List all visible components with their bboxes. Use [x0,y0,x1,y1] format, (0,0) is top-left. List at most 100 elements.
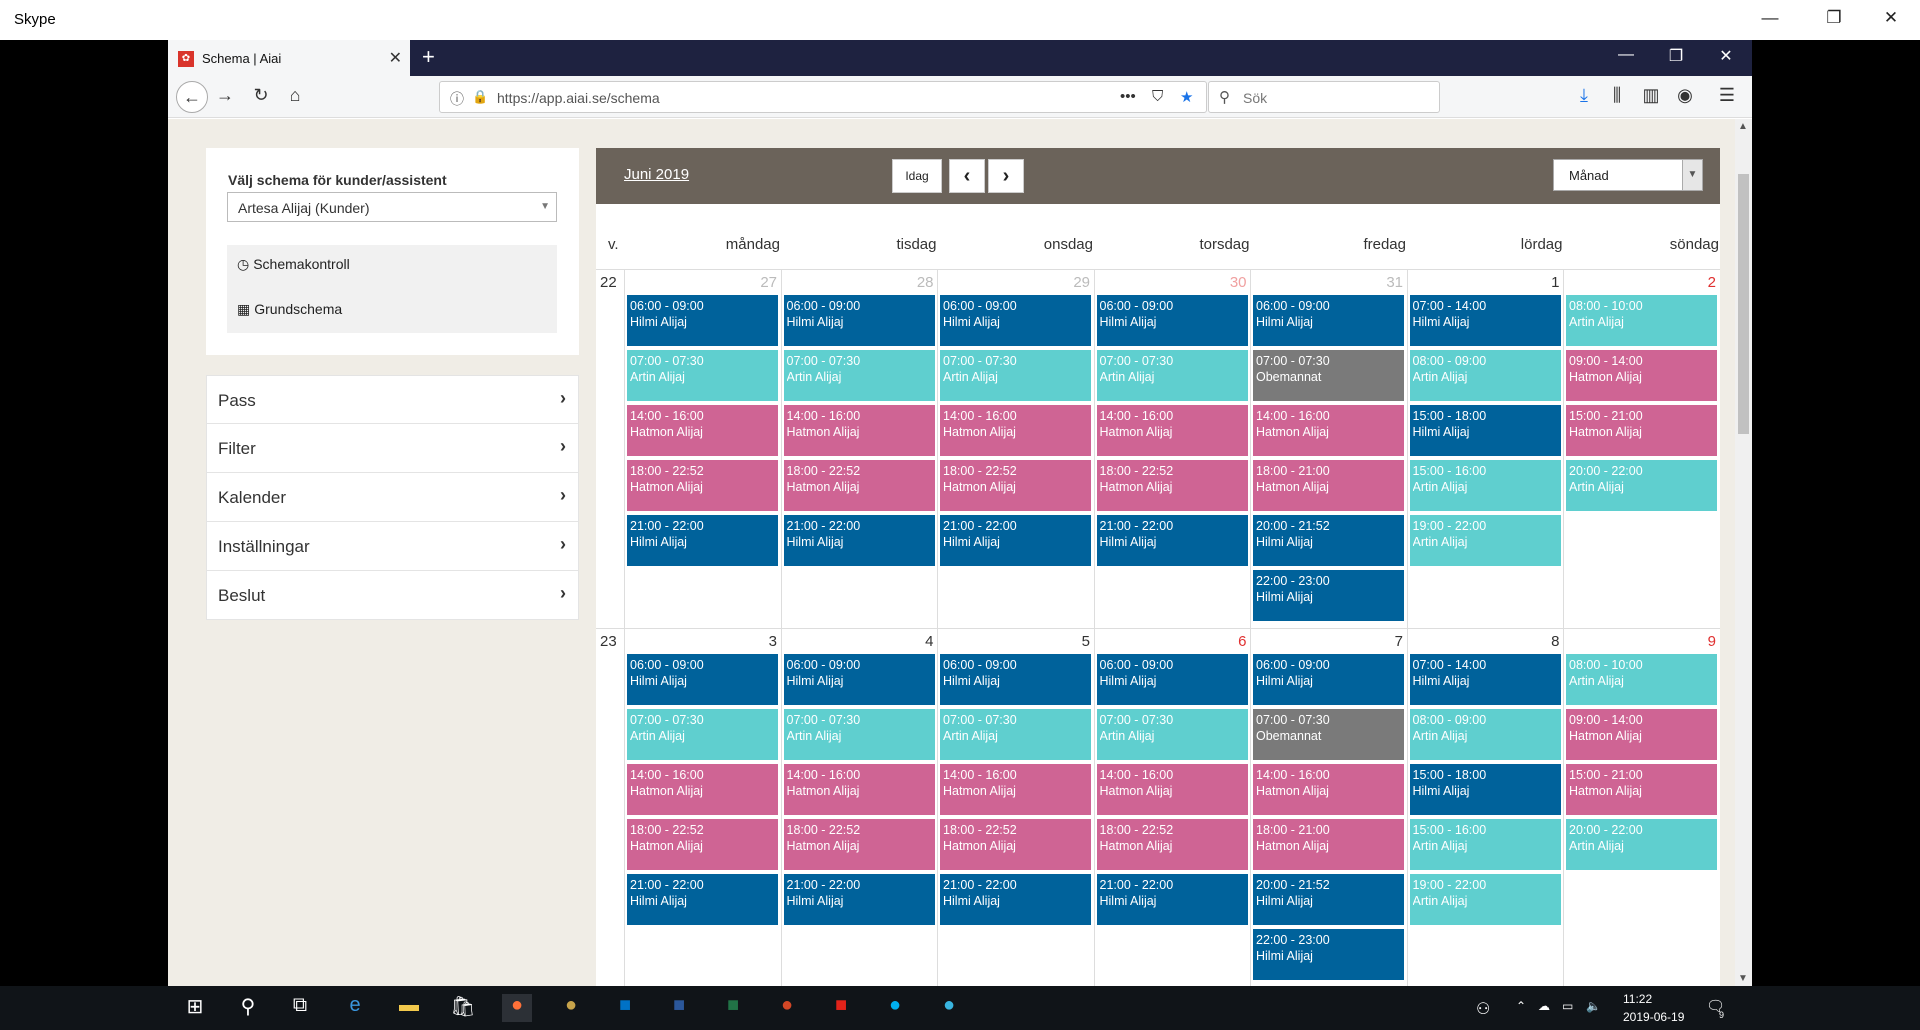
app-badge-icon[interactable]: ● [556,994,586,1022]
calendar-day-cell[interactable]: 1 07:00 - 14:00 Hilmi Alijaj 08:00 - 09:00 A… [1406,270,1563,629]
calendar-event[interactable]: 14:00 - 16:00 Hatmon Alijaj [627,405,778,458]
acrobat-icon[interactable]: ■ [826,994,856,1022]
calendar-event[interactable]: 18:00 - 22:52 Hatmon Alijaj [1096,460,1248,513]
calendar-event[interactable]: 06:00 - 09:00 Hilmi Alijaj [1096,295,1248,348]
accordion-filter[interactable]: Filter › [206,424,579,473]
calendar-event[interactable]: 15:00 - 16:00 Artin Alijaj [1409,819,1561,872]
calendar-event[interactable]: 14:00 - 16:00 Hatmon Alijaj [1253,405,1404,458]
calendar-event[interactable]: 07:00 - 07:30 Artin Alijaj [783,709,935,762]
calendar-day-cell[interactable]: 9 08:00 - 10:00 Artin Alijaj 09:00 - 14:00 H… [1563,629,1719,986]
calendar-event[interactable]: 21:00 - 22:00 Hilmi Alijaj [940,874,1091,927]
calendar-day-cell[interactable]: 5 06:00 - 09:00 Hilmi Alijaj 07:00 - 07:30 A… [937,629,1093,986]
calendar-event[interactable]: 20:00 - 22:00 Artin Alijaj [1566,819,1717,872]
tab-close-button[interactable]: ✕ [389,48,402,68]
calendar-event[interactable]: 18:00 - 22:52 Hatmon Alijaj [627,819,778,872]
calendar-event[interactable]: 14:00 - 16:00 Hatmon Alijaj [783,405,935,458]
info-icon[interactable]: ⓘ [450,89,464,109]
calendar-event[interactable]: 22:00 - 23:00 Hilmi Alijaj [1253,929,1404,982]
calendar-event[interactable]: 06:00 - 09:00 Hilmi Alijaj [1253,654,1404,707]
page-scrollbar[interactable]: ▲ ▼ [1735,119,1752,986]
chevron-up-icon[interactable]: ⌃ [1516,999,1526,1013]
downloads-icon[interactable]: ⤓ [1571,85,1597,106]
skype-close-button[interactable]: ✕ [1876,8,1906,28]
calendar-event[interactable]: 18:00 - 22:52 Hatmon Alijaj [627,460,778,513]
grundschema-link[interactable]: ▦ Grundschema [237,301,342,318]
outlook-icon[interactable]: ■ [610,994,640,1022]
calendar-event[interactable]: 20:00 - 22:00 Artin Alijaj [1566,460,1717,513]
calendar-event[interactable]: 21:00 - 22:00 Hilmi Alijaj [783,515,935,568]
calendar-event[interactable]: 18:00 - 22:52 Hatmon Alijaj [783,819,935,872]
calendar-event[interactable]: 08:00 - 09:00 Artin Alijaj [1409,350,1561,403]
calendar-day-cell[interactable]: 3 06:00 - 09:00 Hilmi Alijaj 07:00 - 07:30 A… [624,629,780,986]
url-bar[interactable]: ⓘ 🔒 https://app.aiai.se/schema ••• ⛉ ★ [439,81,1207,113]
next-month-button[interactable]: › [988,159,1024,193]
file-explorer-icon[interactable]: ▬ [394,994,424,1022]
calendar-event[interactable]: 06:00 - 09:00 Hilmi Alijaj [627,654,778,707]
new-tab-button[interactable]: + [422,44,435,70]
calendar-event[interactable]: 08:00 - 10:00 Artin Alijaj [1566,654,1717,707]
calendar-event[interactable]: 20:00 - 21:52 Hilmi Alijaj [1253,515,1404,568]
calendar-event[interactable]: 14:00 - 16:00 Hatmon Alijaj [940,764,1091,817]
calendar-event[interactable]: 18:00 - 22:52 Hatmon Alijaj [783,460,935,513]
calendar-day-cell[interactable]: 27 06:00 - 09:00 Hilmi Alijaj 07:00 - 07:30… [624,270,780,629]
scroll-down-icon[interactable]: ▼ [1738,973,1748,984]
month-title[interactable]: Juni 2019 [624,166,689,183]
calendar-event[interactable]: 21:00 - 22:00 Hilmi Alijaj [783,874,935,927]
calendar-event[interactable]: 14:00 - 16:00 Hatmon Alijaj [1096,405,1248,458]
calendar-event[interactable]: 21:00 - 22:00 Hilmi Alijaj [627,874,778,927]
menu-icon[interactable]: ☰ [1714,85,1740,106]
calendar-day-cell[interactable]: 2 08:00 - 10:00 Artin Alijaj 09:00 - 14:00 H… [1563,270,1719,629]
search-icon[interactable]: ⚲ [233,994,263,1022]
skype-maximize-button[interactable]: ❐ [1819,8,1849,28]
calendar-event[interactable]: 07:00 - 14:00 Hilmi Alijaj [1409,654,1561,707]
calendar-event[interactable]: 19:00 - 22:00 Artin Alijaj [1409,515,1561,568]
skype-icon[interactable]: ● [880,994,910,1022]
calendar-event[interactable]: 15:00 - 16:00 Artin Alijaj [1409,460,1561,513]
onedrive-icon[interactable]: ☁ [1538,999,1550,1013]
calendar-event[interactable]: 14:00 - 16:00 Hatmon Alijaj [627,764,778,817]
calendar-event[interactable]: 07:00 - 07:30 Artin Alijaj [627,350,778,403]
calendar-day-cell[interactable]: 28 06:00 - 09:00 Hilmi Alijaj 07:00 - 07:30… [780,270,937,629]
home-button[interactable]: ⌂ [282,85,308,106]
powerpoint-icon[interactable]: ● [772,994,802,1022]
pocket-icon[interactable]: ⛉ [1152,88,1163,105]
browser-minimize-button[interactable]: — [1614,46,1638,64]
calendar-day-cell[interactable]: 29 06:00 - 09:00 Hilmi Alijaj 07:00 - 07:30… [937,270,1093,629]
view-select[interactable]: Månad ▼ [1553,159,1703,191]
calendar-event[interactable]: 22:00 - 23:00 Hilmi Alijaj [1253,570,1404,623]
scroll-up-icon[interactable]: ▲ [1738,121,1748,132]
schemakontroll-link[interactable]: ◷ Schemakontroll [237,256,350,273]
accordion-kalender[interactable]: Kalender › [206,473,579,522]
library-icon[interactable]: ⫼ [1604,85,1630,106]
skype-minimize-button[interactable]: — [1755,8,1785,28]
calendar-event[interactable]: 07:00 - 07:30 Obemannat [1253,350,1404,403]
calendar-event[interactable]: 21:00 - 22:00 Hilmi Alijaj [1096,874,1248,927]
calendar-event[interactable]: 18:00 - 21:00 Hatmon Alijaj [1253,819,1404,872]
calendar-event[interactable]: 19:00 - 22:00 Artin Alijaj [1409,874,1561,927]
schedule-select[interactable]: Artesa Alijaj (Kunder) ▼ [227,192,557,222]
volume-icon[interactable]: 🔈 [1586,999,1601,1013]
calendar-event[interactable]: 07:00 - 07:30 Artin Alijaj [1096,709,1248,762]
accordion-installningar[interactable]: Inställningar › [206,522,579,571]
forward-button[interactable]: → [212,85,238,106]
calendar-event[interactable]: 18:00 - 22:52 Hatmon Alijaj [940,460,1091,513]
start-icon[interactable]: ⊞ [180,994,210,1022]
calendar-event[interactable]: 15:00 - 21:00 Hatmon Alijaj [1566,764,1717,817]
calendar-event[interactable]: 15:00 - 18:00 Hilmi Alijaj [1409,764,1561,817]
calendar-event[interactable]: 07:00 - 07:30 Artin Alijaj [627,709,778,762]
calendar-day-cell[interactable]: 8 07:00 - 14:00 Hilmi Alijaj 08:00 - 09:00 A… [1406,629,1563,986]
calendar-event[interactable]: 18:00 - 22:52 Hatmon Alijaj [1096,819,1248,872]
calendar-day-cell[interactable]: 31 06:00 - 09:00 Hilmi Alijaj 07:00 - 07:30… [1250,270,1406,629]
calendar-day-cell[interactable]: 7 06:00 - 09:00 Hilmi Alijaj 07:00 - 07:30 O… [1250,629,1406,986]
accordion-beslut[interactable]: Beslut › [206,571,579,620]
prev-month-button[interactable]: ‹ [949,159,985,193]
calendar-event[interactable]: 07:00 - 07:30 Artin Alijaj [940,350,1091,403]
calendar-day-cell[interactable]: 6 06:00 - 09:00 Hilmi Alijaj 07:00 - 07:30 A… [1093,629,1250,986]
account-icon[interactable]: ◉ [1672,85,1698,106]
calendar-event[interactable]: 06:00 - 09:00 Hilmi Alijaj [627,295,778,348]
scroll-thumb[interactable] [1738,174,1749,434]
tab-schema[interactable]: ✿ Schema | Aiai ✕ [168,40,410,76]
firefox-icon[interactable]: ● [502,994,532,1022]
edge-icon[interactable]: e [340,994,370,1022]
calendar-event[interactable]: 08:00 - 10:00 Artin Alijaj [1566,295,1717,348]
